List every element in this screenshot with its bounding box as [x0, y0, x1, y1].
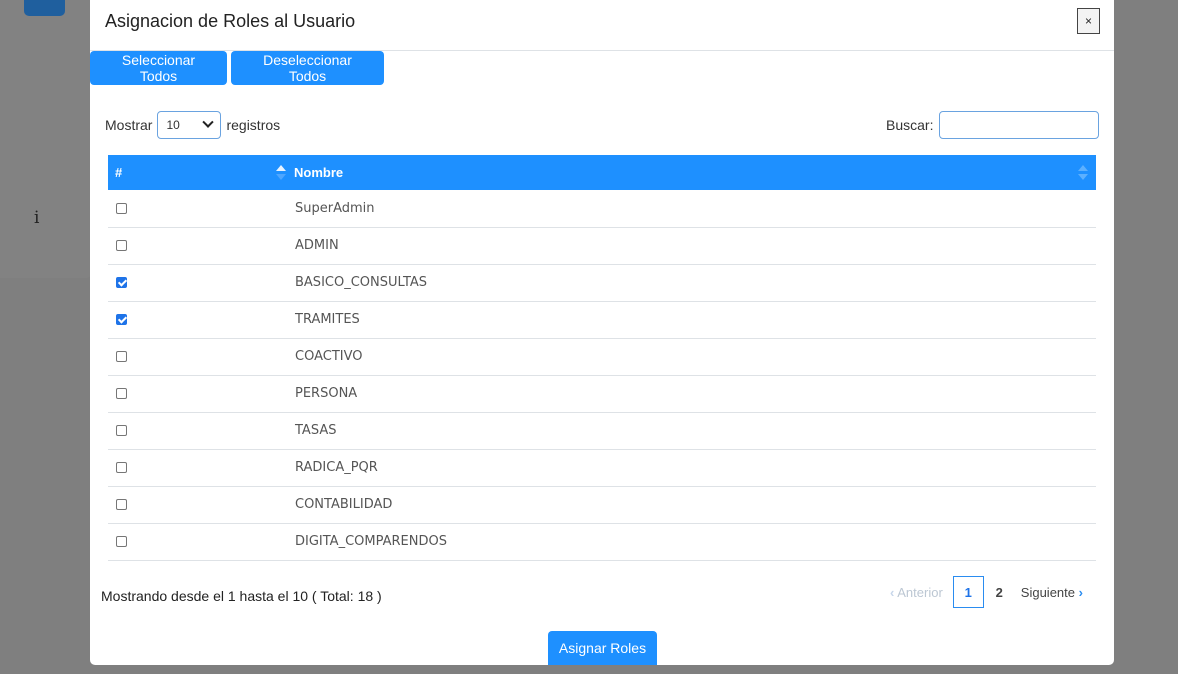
table-row: CONTABILIDAD: [108, 486, 1096, 524]
table-header-row: # Nombre: [108, 155, 1096, 190]
close-button[interactable]: ×: [1077, 8, 1100, 34]
roles-modal: Asignacion de Roles al Usuario × Selecci…: [90, 0, 1114, 665]
chevron-down-icon: [202, 116, 215, 128]
modal-title: Asignacion de Roles al Usuario: [105, 11, 356, 31]
role-name: TRAMITES: [294, 301, 1096, 339]
role-checkbox[interactable]: [116, 462, 127, 473]
pagination-page-1[interactable]: 1: [952, 576, 984, 608]
length-prefix: Mostrar: [105, 117, 153, 133]
table-row: RADICA_PQR: [108, 449, 1096, 487]
role-checkbox[interactable]: [116, 277, 127, 288]
search-control: Buscar:: [886, 111, 1100, 139]
pagination-page-2[interactable]: 2: [984, 576, 1015, 608]
role-checkbox[interactable]: [116, 425, 127, 436]
table-row: TASAS: [108, 412, 1096, 450]
deselect-all-button[interactable]: Deseleccionar Todos: [231, 51, 384, 85]
checkbox-cell: [108, 523, 294, 561]
table-row: DIGITA_COMPARENDOS: [108, 523, 1096, 561]
assign-roles-button[interactable]: Asignar Roles: [548, 631, 657, 665]
checkbox-cell: [108, 227, 294, 265]
role-name: ADMIN: [294, 227, 1096, 265]
checkbox-cell: [108, 486, 294, 524]
chevron-right-icon: ›: [1078, 584, 1083, 600]
pagination-next[interactable]: Siguiente ›: [1021, 585, 1083, 600]
table-info: Mostrando desde el 1 hasta el 10 ( Total…: [101, 588, 382, 604]
checkbox-cell: [108, 375, 294, 413]
checkbox-cell: [108, 301, 294, 339]
role-name: BASICO_CONSULTAS: [294, 264, 1096, 302]
role-name: COACTIVO: [294, 338, 1096, 376]
checkbox-cell: [108, 338, 294, 376]
role-name: CONTABILIDAD: [294, 486, 1096, 524]
chevron-left-icon: ‹: [890, 584, 895, 600]
background-card: [0, 0, 92, 278]
table-row: SuperAdmin: [108, 190, 1096, 228]
column-header-name[interactable]: Nombre: [294, 155, 1096, 190]
column-header-number[interactable]: #: [108, 155, 294, 190]
background-button: [24, 0, 65, 16]
length-suffix: registros: [226, 117, 281, 133]
role-name: RADICA_PQR: [294, 449, 1096, 487]
table-row: COACTIVO: [108, 338, 1096, 376]
length-value: 10: [166, 118, 180, 132]
role-checkbox[interactable]: [116, 388, 127, 399]
role-checkbox[interactable]: [116, 314, 127, 325]
table-row: BASICO_CONSULTAS: [108, 264, 1096, 302]
sort-icon: [1078, 165, 1088, 181]
role-name: SuperAdmin: [294, 190, 1096, 228]
role-name: TASAS: [294, 412, 1096, 450]
checkbox-cell: [108, 449, 294, 487]
sort-icon: [276, 165, 286, 181]
pagination-previous[interactable]: ‹ Anterior: [890, 585, 943, 600]
role-checkbox[interactable]: [116, 351, 127, 362]
length-select[interactable]: 10: [157, 111, 222, 139]
role-name: DIGITA_COMPARENDOS: [294, 523, 1096, 561]
modal-header: Asignacion de Roles al Usuario ×: [90, 0, 1114, 51]
role-checkbox[interactable]: [116, 240, 127, 251]
roles-table: # Nombre SuperAdmin ADMIN BASICO_CONSULTAS…: [108, 155, 1096, 561]
checkbox-cell: [108, 190, 294, 228]
role-checkbox[interactable]: [116, 499, 127, 510]
checkbox-cell: [108, 264, 294, 302]
checkbox-cell: [108, 412, 294, 450]
table-row: ADMIN: [108, 227, 1096, 265]
search-label: Buscar:: [886, 117, 934, 133]
select-all-button[interactable]: Seleccionar Todos: [90, 51, 227, 85]
role-checkbox[interactable]: [116, 202, 127, 214]
length-control: Mostrar 10 registros: [105, 111, 280, 139]
info-icon: i: [34, 208, 40, 228]
search-input[interactable]: [939, 111, 1100, 139]
table-row: PERSONA: [108, 375, 1096, 413]
role-checkbox[interactable]: [116, 536, 127, 547]
role-name: PERSONA: [294, 375, 1096, 413]
table-row: TRAMITES: [108, 301, 1096, 339]
pagination: ‹ Anterior 1 2 Siguiente ›: [890, 576, 1083, 608]
